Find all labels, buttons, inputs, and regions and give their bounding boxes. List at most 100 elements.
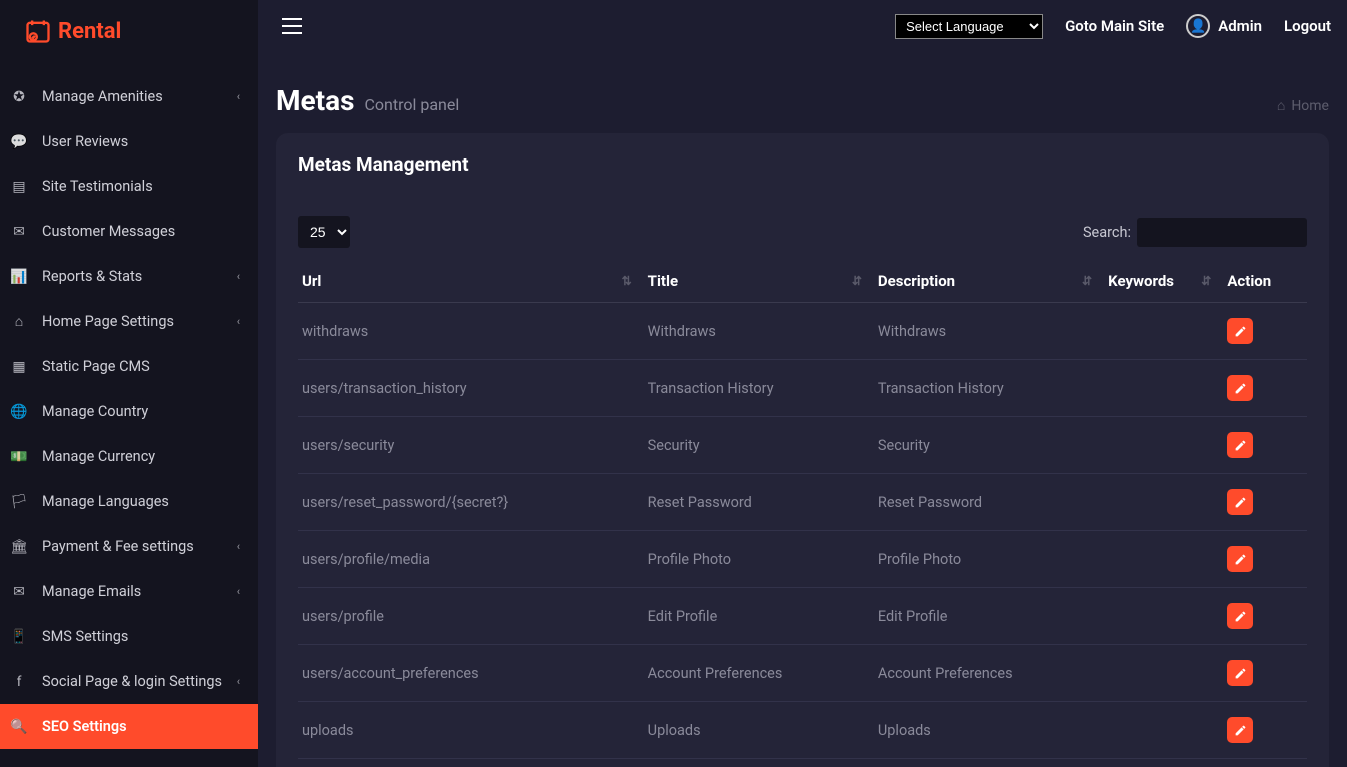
nav-label: Manage Amenities — [42, 88, 163, 105]
cell-title: Security — [644, 417, 874, 474]
edit-button[interactable] — [1227, 546, 1253, 572]
cell-title: Uploads — [644, 702, 874, 759]
sort-icon: ⇵ — [1201, 274, 1211, 288]
col-description[interactable]: Description⇵ — [874, 260, 1104, 303]
cell-url: users/transaction_history — [298, 360, 644, 417]
cell-description: Uploads — [874, 702, 1104, 759]
cell-url: trips/active — [298, 759, 644, 767]
nav-label: Manage Emails — [42, 583, 141, 600]
page-subtitle: Control panel — [364, 95, 459, 114]
sidebar-item-user-reviews[interactable]: 💬User Reviews — [0, 119, 258, 164]
user-menu[interactable]: 👤 Admin — [1186, 14, 1262, 38]
menu-toggle-icon[interactable] — [282, 18, 302, 34]
col-keywords[interactable]: Keywords⇵ — [1104, 260, 1223, 303]
edit-button[interactable] — [1227, 489, 1253, 515]
table-row: users/securitySecuritySecurity — [298, 417, 1307, 474]
brand-text: Rental — [58, 19, 121, 44]
cell-description: Reset Password — [874, 474, 1104, 531]
sort-icon: ⇅ — [622, 274, 632, 288]
cell-title: Your Trips — [644, 759, 874, 767]
cell-description: Profile Photo — [874, 531, 1104, 588]
username: Admin — [1218, 17, 1262, 35]
cell-url: users/security — [298, 417, 644, 474]
edit-button[interactable] — [1227, 318, 1253, 344]
nav-icon: 🏛 — [10, 539, 28, 555]
nav-label: Site Testimonials — [42, 178, 153, 195]
edit-button[interactable] — [1227, 375, 1253, 401]
nav-label: Manage Languages — [42, 493, 169, 510]
page-size-select[interactable]: 25 — [298, 216, 350, 248]
nav-icon: ⌂ — [10, 313, 28, 330]
edit-button[interactable] — [1227, 432, 1253, 458]
col-action: Action — [1223, 260, 1307, 303]
chevron-left-icon: ‹ — [237, 585, 240, 598]
breadcrumb[interactable]: ⌂ Home — [1277, 97, 1329, 114]
nav-label: Social Page & login Settings — [42, 673, 222, 690]
chevron-left-icon: ‹ — [237, 540, 240, 553]
cell-title: Reset Password — [644, 474, 874, 531]
sidebar-item-reports-stats[interactable]: 📊Reports & Stats‹ — [0, 254, 258, 299]
sidebar-item-seo-settings[interactable]: 🔍SEO Settings — [0, 704, 258, 749]
cell-keywords — [1104, 417, 1223, 474]
page-title: Metas — [276, 84, 354, 117]
edit-button[interactable] — [1227, 660, 1253, 686]
col-url[interactable]: Url⇅ — [298, 260, 644, 303]
goto-main-site-link[interactable]: Goto Main Site — [1065, 17, 1164, 35]
sidebar-item-manage-currency[interactable]: 💵Manage Currency — [0, 434, 258, 479]
sidebar-item-manage-country[interactable]: 🌐Manage Country — [0, 389, 258, 434]
sidebar-item-payment-fee-settings[interactable]: 🏛 Payment & Fee settings ‹ — [0, 524, 258, 569]
sidebar-item-manage-emails[interactable]: ✉ Manage Emails ‹ — [0, 569, 258, 614]
sidebar-item-site-testimonials[interactable]: ▤Site Testimonials — [0, 164, 258, 209]
table-row: users/reset_password/{secret?}Reset Pass… — [298, 474, 1307, 531]
language-select[interactable]: Select Language — [895, 14, 1043, 39]
sidebar-item-manage-languages[interactable]: 🏳 Manage Languages — [0, 479, 258, 524]
cell-url: users/reset_password/{secret?} — [298, 474, 644, 531]
avatar-icon: 👤 — [1186, 14, 1210, 38]
edit-button[interactable] — [1227, 603, 1253, 629]
table-row: trips/activeYour TripsYour Trips — [298, 759, 1307, 767]
table-row: users/account_preferencesAccount Prefere… — [298, 645, 1307, 702]
cell-url: users/account_preferences — [298, 645, 644, 702]
cell-keywords — [1104, 303, 1223, 360]
cell-title: Transaction History — [644, 360, 874, 417]
col-title[interactable]: Title⇵ — [644, 260, 874, 303]
nav-icon: ✉ — [10, 584, 28, 600]
search-input[interactable] — [1137, 218, 1307, 247]
dashboard-icon: ⌂ — [1277, 97, 1285, 114]
cell-keywords — [1104, 531, 1223, 588]
cell-title: Account Preferences — [644, 645, 874, 702]
sidebar: Rental ✪Manage Amenities‹💬User Reviews▤S… — [0, 0, 258, 767]
nav-icon: 🏳 — [10, 494, 28, 510]
cell-url: withdraws — [298, 303, 644, 360]
nav-label: Manage Currency — [42, 448, 155, 465]
sidebar-item-social-page-login-settings[interactable]: f Social Page & login Settings ‹ — [0, 659, 258, 704]
table-row: users/profileEdit ProfileEdit Profile — [298, 588, 1307, 645]
logout-link[interactable]: Logout — [1284, 17, 1331, 35]
cell-description: Withdraws — [874, 303, 1104, 360]
cell-description: Security — [874, 417, 1104, 474]
nav-label: Payment & Fee settings — [42, 538, 194, 555]
edit-button[interactable] — [1227, 717, 1253, 743]
nav-icon: ▦ — [10, 359, 28, 375]
sidebar-item-home-page-settings[interactable]: ⌂Home Page Settings‹ — [0, 299, 258, 344]
sidebar-nav: ✪Manage Amenities‹💬User Reviews▤Site Tes… — [0, 62, 258, 767]
sort-icon: ⇵ — [852, 274, 862, 288]
cell-keywords — [1104, 360, 1223, 417]
cell-url: users/profile/media — [298, 531, 644, 588]
logo[interactable]: Rental — [0, 0, 258, 62]
sidebar-item-static-page-cms[interactable]: ▦ Static Page CMS — [0, 344, 258, 389]
nav-icon: f — [10, 674, 28, 690]
nav-label: Manage Country — [42, 403, 148, 420]
nav-label: Reports & Stats — [42, 268, 142, 285]
metas-table: Url⇅Title⇵Description⇵Keywords⇵Action wi… — [298, 260, 1307, 767]
nav-label: SEO Settings — [42, 718, 127, 735]
sidebar-item-manage-amenities[interactable]: ✪Manage Amenities‹ — [0, 74, 258, 119]
sidebar-item-sms-settings[interactable]: 📱SMS Settings — [0, 614, 258, 659]
sidebar-item-customer-messages[interactable]: ✉Customer Messages — [0, 209, 258, 254]
cell-keywords — [1104, 588, 1223, 645]
table-row: users/transaction_historyTransaction His… — [298, 360, 1307, 417]
cell-keywords — [1104, 759, 1223, 767]
chevron-left-icon: ‹ — [237, 675, 240, 688]
nav-icon: ✉ — [10, 224, 28, 240]
nav-label: Static Page CMS — [42, 358, 150, 375]
